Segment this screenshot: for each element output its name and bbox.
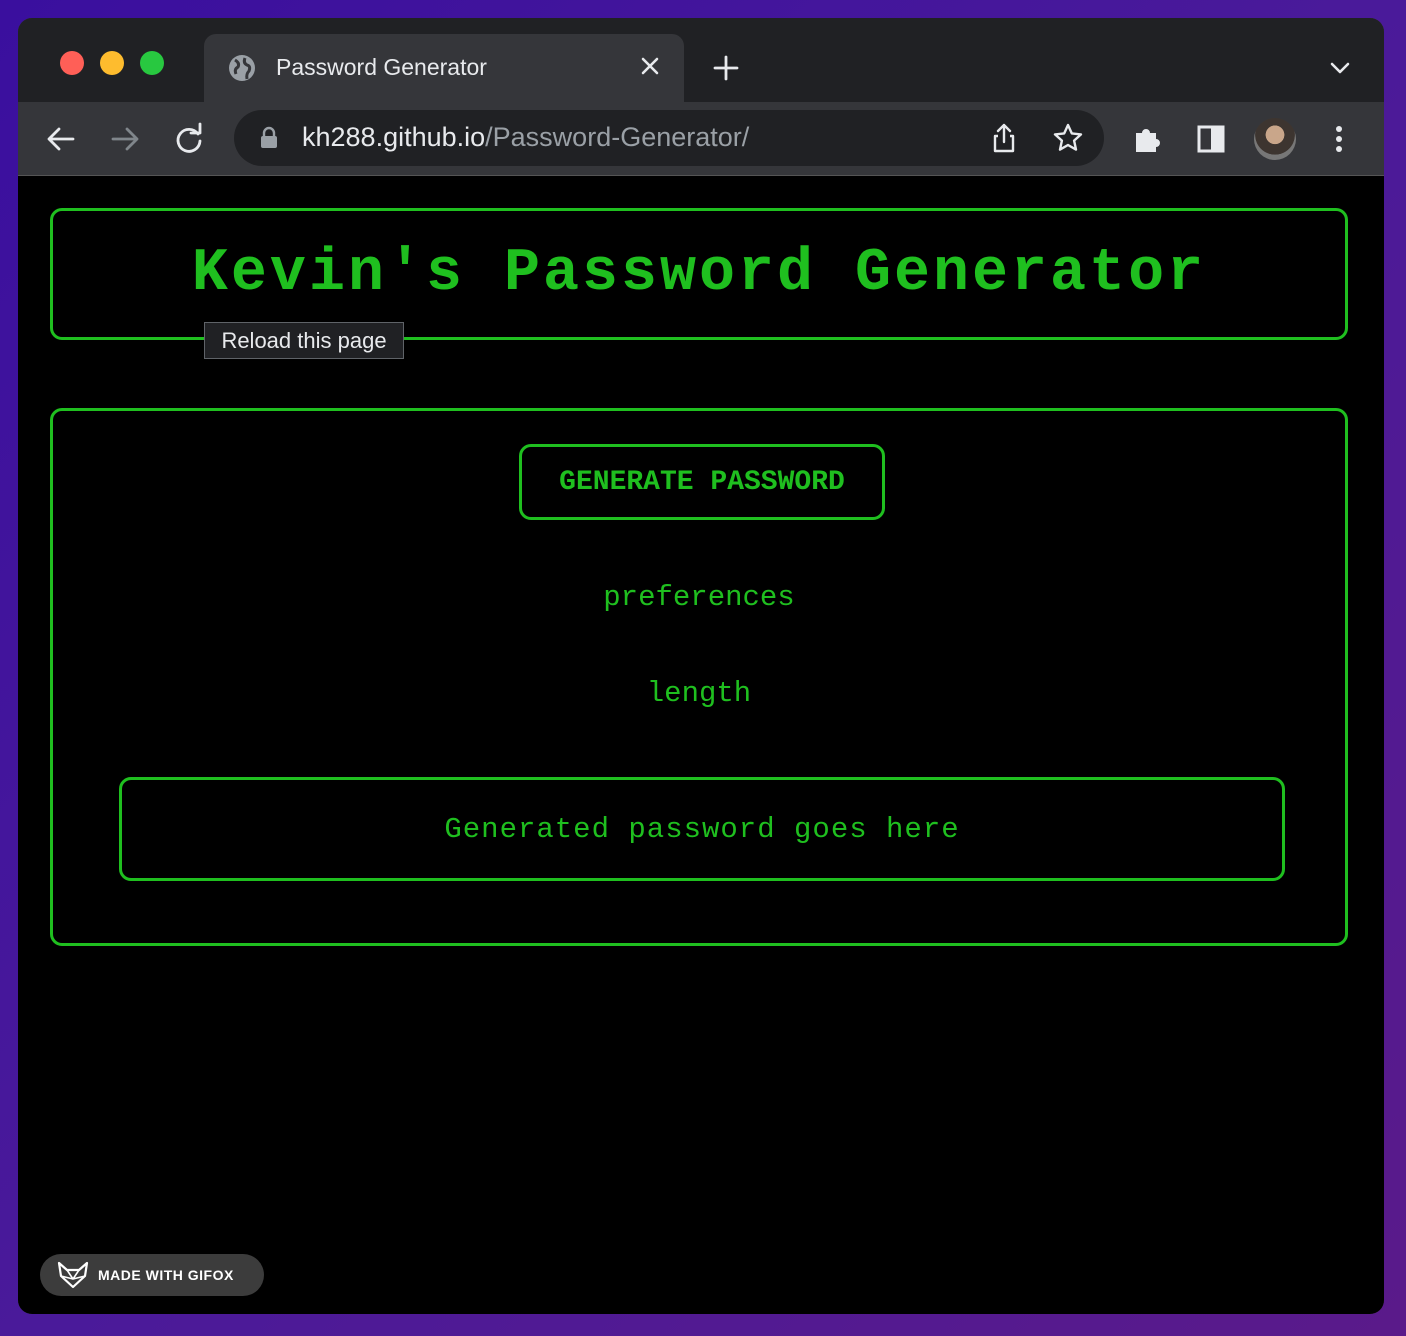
reload-tooltip: Reload this page [204, 322, 404, 359]
browser-window: Password Generator kh288.github.io/Passw… [18, 18, 1384, 1314]
avatar[interactable] [1254, 118, 1296, 160]
forward-arrow-icon[interactable] [108, 122, 142, 156]
header: Kevin's Password Generator [50, 208, 1348, 340]
maximize-window-button[interactable] [140, 51, 164, 75]
page-title: Kevin's Password Generator [191, 240, 1207, 308]
globe-icon [229, 55, 255, 81]
url-text[interactable]: kh288.github.io/Password-Generator/ [302, 122, 749, 153]
tab-search-chevron-icon[interactable] [1326, 56, 1354, 80]
address-bar[interactable]: kh288.github.io/Password-Generator/ [234, 110, 1104, 166]
password-output[interactable]: Generated password goes here [119, 777, 1285, 881]
side-panel-icon[interactable] [1194, 122, 1228, 156]
url-domain: kh288.github.io [302, 122, 486, 152]
star-icon[interactable] [1052, 122, 1084, 154]
kebab-menu-icon[interactable] [1322, 122, 1356, 156]
url-path: /Password-Generator/ [485, 122, 750, 152]
tab-title: Password Generator [276, 54, 487, 80]
extensions-icon[interactable] [1130, 122, 1164, 156]
gifox-badge: MADE WITH GIFOX [40, 1254, 264, 1296]
close-tab-icon[interactable] [636, 52, 664, 80]
back-arrow-icon[interactable] [44, 122, 78, 156]
reload-icon[interactable] [172, 122, 206, 156]
lock-icon[interactable] [258, 126, 280, 150]
length-label: length [646, 677, 752, 710]
active-tab[interactable]: Password Generator [204, 34, 684, 102]
gifox-fox-icon [57, 1261, 89, 1289]
generator-card: GENERATE PASSWORD preferences length Gen… [50, 408, 1348, 946]
toolbar: kh288.github.io/Password-Generator/ [18, 102, 1384, 176]
new-tab-icon[interactable] [712, 54, 740, 82]
minimize-window-button[interactable] [100, 51, 124, 75]
generate-password-button[interactable]: GENERATE PASSWORD [519, 444, 885, 520]
gifox-badge-text: MADE WITH GIFOX [98, 1267, 234, 1283]
password-placeholder: Generated password goes here [444, 812, 960, 846]
close-window-button[interactable] [60, 51, 84, 75]
title-bar: Password Generator [18, 18, 1384, 102]
page-content: Kevin's Password Generator Reload this p… [18, 176, 1384, 1314]
share-icon[interactable] [988, 122, 1020, 154]
preferences-label: preferences [603, 581, 795, 614]
